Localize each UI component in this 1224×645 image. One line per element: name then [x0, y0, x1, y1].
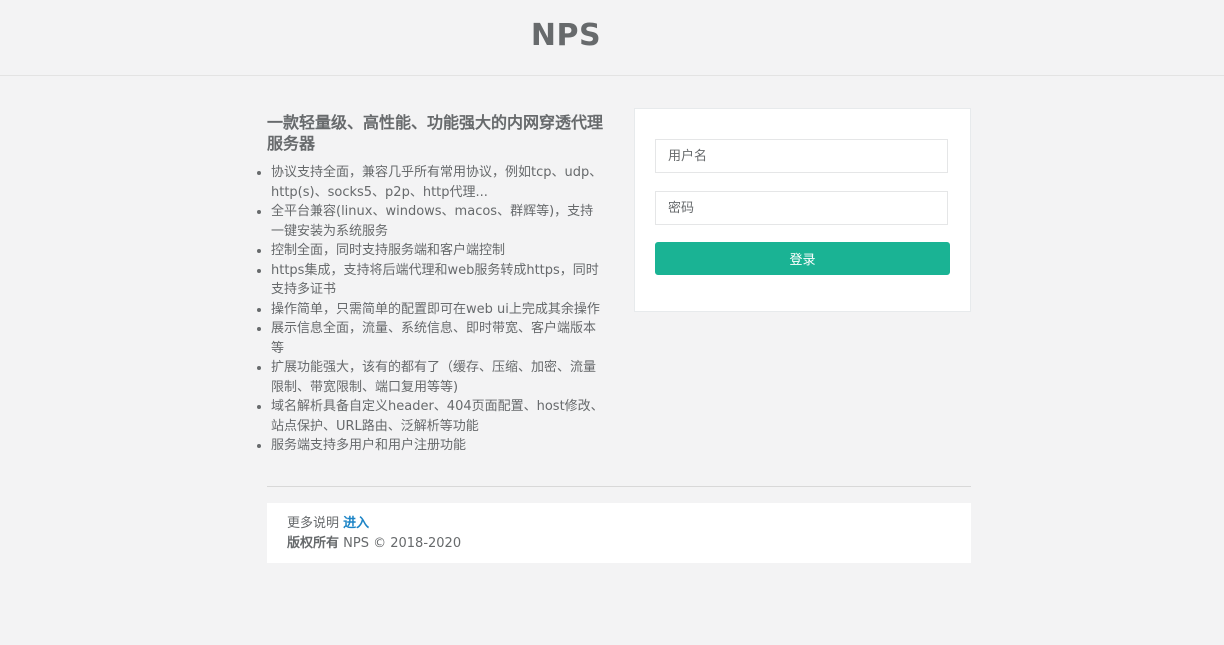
feature-item: 协议支持全面，兼容几乎所有常用协议，例如tcp、udp、http(s)、sock… — [271, 163, 604, 202]
footer: 更多说明 进入 版权所有 NPS © 2018-2020 — [267, 503, 971, 563]
intro-tagline: 一款轻量级、高性能、功能强大的内网穿透代理服务器 — [267, 113, 604, 153]
feature-item: 扩展功能强大，该有的都有了（缓存、压缩、加密、流量限制、带宽限制、端口复用等等) — [271, 358, 604, 397]
feature-item: 操作简单，只需简单的配置即可在web ui上完成其余操作 — [271, 300, 604, 320]
copyright-text: NPS © 2018-2020 — [343, 536, 462, 551]
feature-item: 全平台兼容(linux、windows、macos、群辉等)，支持一键安装为系统… — [271, 202, 604, 241]
feature-item: https集成，支持将后端代理和web服务转成https，同时支持多证书 — [271, 261, 604, 300]
feature-list: 协议支持全面，兼容几乎所有常用协议，例如tcp、udp、http(s)、sock… — [252, 163, 604, 456]
feature-item: 展示信息全面，流量、系统信息、即时带宽、客户端版本等 — [271, 319, 604, 358]
footer-divider — [267, 486, 971, 487]
login-button[interactable]: 登录 — [655, 242, 950, 275]
password-input[interactable] — [655, 191, 948, 225]
copyright-label: 版权所有 — [287, 536, 340, 551]
feature-item: 服务端支持多用户和用户注册功能 — [271, 436, 604, 456]
more-info-link[interactable]: 进入 — [343, 516, 369, 531]
app-logo-title: NPS — [530, 18, 602, 53]
more-info-label: 更多说明 — [287, 516, 340, 531]
login-form: 登录 — [634, 108, 971, 312]
feature-item: 控制全面，同时支持服务端和客户端控制 — [271, 241, 604, 261]
feature-item: 域名解析具备自定义header、404页面配置、host修改、站点保护、URL路… — [271, 397, 604, 436]
username-input[interactable] — [655, 139, 948, 173]
top-header: NPS — [0, 0, 1224, 76]
intro-section: 一款轻量级、高性能、功能强大的内网穿透代理服务器 协议支持全面，兼容几乎所有常用… — [252, 112, 604, 456]
copyright-line: 版权所有 NPS © 2018-2020 — [287, 534, 951, 554]
more-info-line: 更多说明 进入 — [287, 514, 951, 534]
